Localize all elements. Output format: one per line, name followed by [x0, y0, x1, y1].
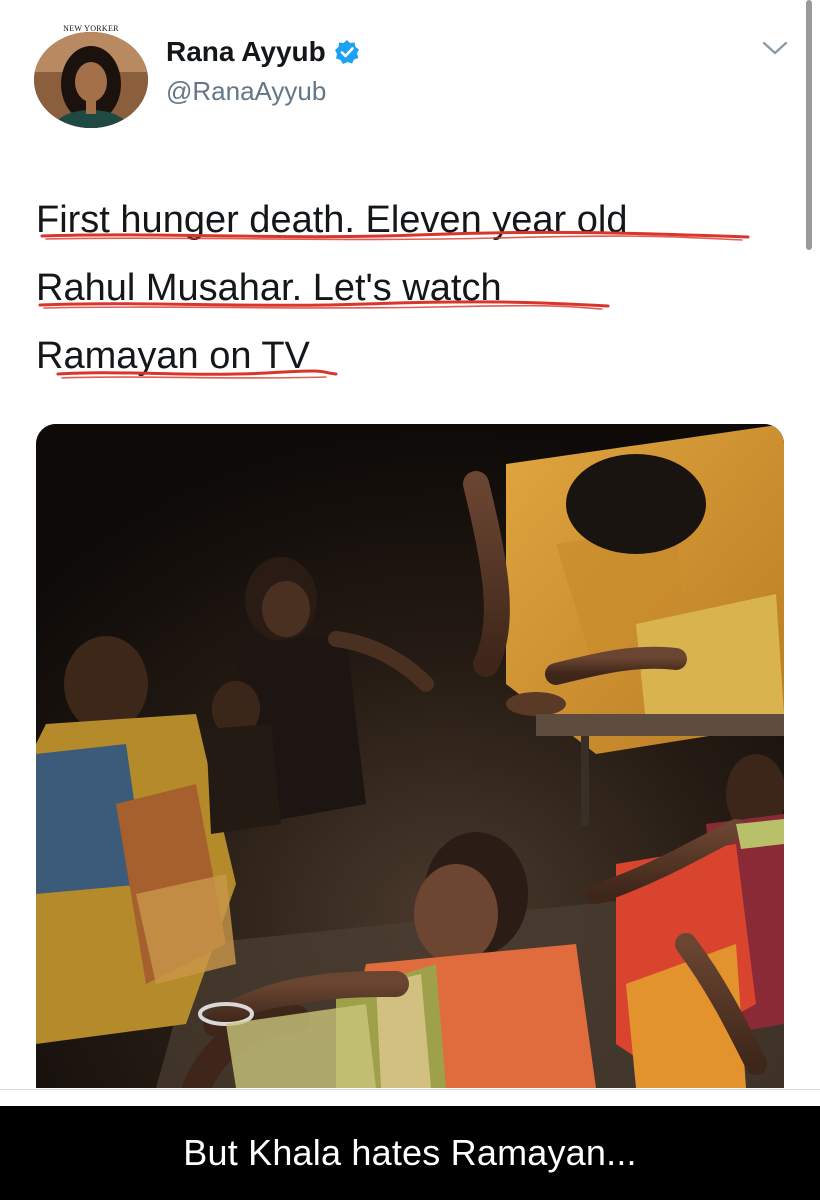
avatar[interactable]: [34, 32, 148, 128]
tweet-text-line: Ramayan on TV: [36, 322, 776, 390]
avatar-photo: [34, 32, 148, 128]
author-name[interactable]: Rana Ayyub: [166, 36, 326, 68]
tweet-text: First hunger death. Eleven year old Rahu…: [36, 186, 776, 390]
meme-caption: But Khala hates Ramayan...: [183, 1132, 637, 1173]
author-row[interactable]: Rana Ayyub: [166, 36, 360, 68]
photo-illustration: [36, 424, 784, 1088]
caption-bar: But Khala hates Ramayan...: [0, 1106, 820, 1200]
photo-of-grieving-family-image[interactable]: [36, 424, 784, 1088]
scrollbar-thumb[interactable]: [806, 0, 812, 250]
avatar-badge: NEW YORKER: [63, 24, 119, 33]
tweet-text-line: Rahul Musahar. Let's watch: [36, 254, 776, 322]
verified-badge-icon: [334, 39, 360, 65]
red-underline: [56, 369, 338, 379]
author-handle[interactable]: @RanaAyyub: [166, 76, 326, 107]
red-underline: [38, 300, 610, 310]
red-underline: [40, 230, 750, 241]
divider: [0, 1089, 820, 1090]
tweet-text-line: First hunger death. Eleven year old: [36, 186, 776, 254]
chevron-down-icon[interactable]: [760, 38, 790, 58]
